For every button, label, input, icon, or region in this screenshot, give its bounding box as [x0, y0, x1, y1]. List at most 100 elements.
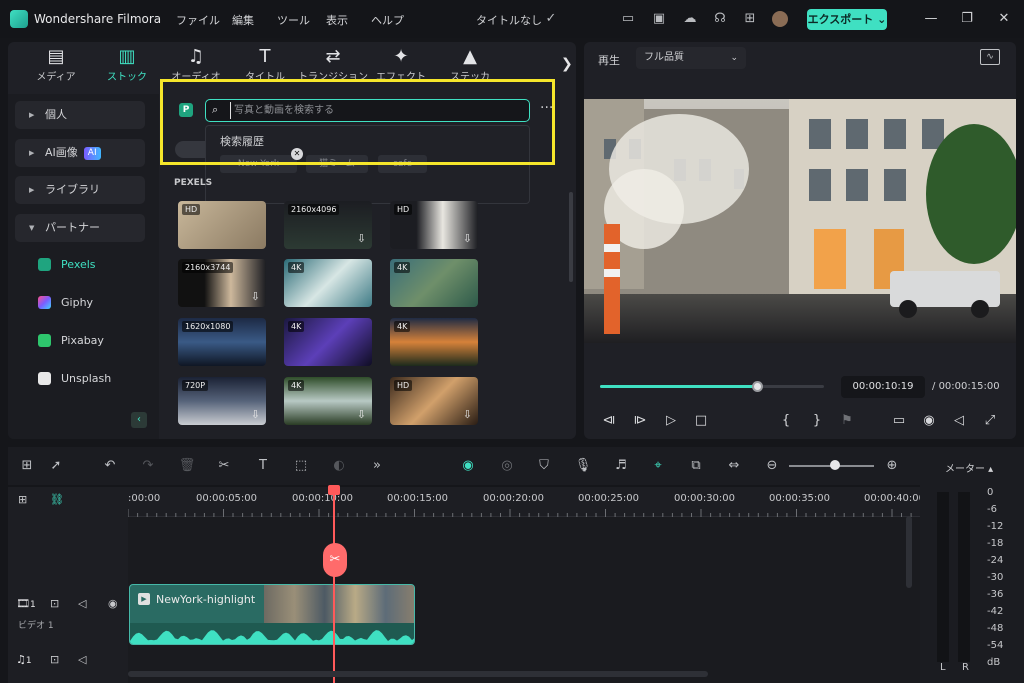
- restore-icon[interactable]: ❐: [959, 11, 975, 27]
- seek-handle[interactable]: [751, 381, 763, 392]
- partner-pixabay[interactable]: Pixabay: [38, 329, 138, 353]
- playhead[interactable]: [333, 487, 335, 683]
- stock-thumbnail[interactable]: HD ⇩: [390, 201, 478, 249]
- split-scissors-icon[interactable]: ✂: [323, 543, 347, 577]
- sidebar-item-library[interactable]: ▶ ライブラリ: [15, 176, 145, 204]
- next-frame-icon[interactable]: ⧐: [631, 412, 649, 430]
- undo-icon[interactable]: ↶: [101, 457, 119, 475]
- shield-mark-icon[interactable]: ⛉: [535, 457, 553, 475]
- save-icon[interactable]: ▣: [651, 11, 667, 27]
- quality-select[interactable]: フル品質 ⌄: [636, 47, 746, 69]
- stock-thumbnail[interactable]: HD: [178, 201, 266, 249]
- download-icon[interactable]: ⇩: [463, 232, 472, 245]
- lock-icon[interactable]: ⊡: [50, 653, 59, 666]
- section-label: PEXELS: [174, 178, 213, 188]
- monitor-icon[interactable]: ▭: [620, 11, 636, 27]
- cloud-icon[interactable]: ☁: [682, 11, 698, 27]
- timeline-horizontal-scrollbar[interactable]: [128, 671, 708, 677]
- stock-thumbnail[interactable]: 4K: [390, 259, 478, 307]
- volume-icon[interactable]: ◁: [950, 412, 968, 430]
- stock-thumbnail[interactable]: 2160x3744 ⇩: [178, 259, 266, 307]
- lock-icon[interactable]: ⊡: [50, 597, 59, 610]
- tab-media[interactable]: ▤ メディア: [21, 46, 91, 90]
- stock-thumbnail[interactable]: 4K: [390, 318, 478, 366]
- mute-speaker-icon[interactable]: ◁: [78, 597, 86, 610]
- partner-unsplash[interactable]: Unsplash: [38, 367, 138, 391]
- chevron-right-icon[interactable]: ❯: [561, 56, 573, 72]
- minimize-icon[interactable]: —: [923, 11, 939, 27]
- select-arrow-icon[interactable]: ➚: [47, 457, 65, 475]
- grid-apps-icon[interactable]: ⊞: [742, 11, 758, 27]
- zoom-slider-handle[interactable]: [830, 460, 840, 470]
- fit-timeline-icon[interactable]: ⇔: [725, 457, 743, 475]
- stop-icon[interactable]: □: [692, 412, 710, 430]
- current-time[interactable]: 00:00:10:19: [841, 376, 925, 398]
- layout-grid-icon[interactable]: ⊞: [18, 457, 36, 475]
- mark-in-icon[interactable]: {: [777, 412, 795, 430]
- tab-stock[interactable]: ▥ ストック: [92, 46, 162, 90]
- download-icon[interactable]: ⇩: [463, 408, 472, 421]
- mark-out-icon[interactable]: }: [808, 412, 826, 430]
- timeline-vertical-scrollbar[interactable]: [906, 516, 912, 588]
- download-icon[interactable]: ⇩: [251, 290, 260, 303]
- stock-thumbnail[interactable]: 2160x4096 ⇩: [284, 201, 372, 249]
- redo-icon[interactable]: ↷: [139, 457, 157, 475]
- eye-visibility-icon[interactable]: ◉: [108, 597, 118, 610]
- stock-thumbnail[interactable]: HD ⇩: [390, 377, 478, 425]
- zoom-out-icon[interactable]: ⊖: [763, 457, 781, 475]
- stock-thumbnail[interactable]: 1620x1080: [178, 318, 266, 366]
- download-icon[interactable]: ⇩: [357, 232, 366, 245]
- resolution-badge: 1620x1080: [182, 321, 234, 332]
- prev-frame-icon[interactable]: ⧏: [600, 412, 618, 430]
- marker-icon[interactable]: ⚑: [838, 412, 856, 430]
- playback-seekbar[interactable]: [600, 381, 824, 392]
- close-icon[interactable]: ✕: [996, 11, 1012, 27]
- ai-copilot-icon[interactable]: ◉: [459, 457, 477, 475]
- add-track-icon[interactable]: ⊞: [18, 493, 27, 506]
- stock-thumbnail[interactable]: 4K ⇩: [284, 377, 372, 425]
- meter-scale-label: dB: [987, 657, 1001, 668]
- menu-view[interactable]: 表示: [326, 12, 348, 28]
- meter-title[interactable]: メーター ▴: [945, 460, 993, 475]
- menu-tools[interactable]: ツール: [277, 12, 310, 28]
- video-clip[interactable]: ▶ NewYork-highlight: [129, 584, 415, 645]
- menu-file[interactable]: ファイル: [176, 12, 220, 28]
- text-icon[interactable]: T: [254, 457, 272, 475]
- crop-icon[interactable]: ⬚: [292, 457, 310, 475]
- export-button[interactable]: エクスポート ⌄: [807, 9, 887, 30]
- display-icon[interactable]: ▭: [890, 412, 908, 430]
- sidebar-item-partner[interactable]: ▼ パートナー: [15, 214, 145, 242]
- partner-pexels[interactable]: Pexels: [38, 253, 138, 277]
- stock-thumbnail[interactable]: 4K: [284, 259, 372, 307]
- microphone-icon[interactable]: 🎙: [574, 457, 592, 475]
- link-icon[interactable]: ⛓: [50, 493, 64, 506]
- menu-edit[interactable]: 編集: [232, 12, 254, 28]
- content-scrollbar[interactable]: [569, 192, 573, 282]
- support-headset-icon[interactable]: ☊: [712, 11, 728, 27]
- fullscreen-icon[interactable]: ⤢: [981, 412, 999, 430]
- more-tools-icon[interactable]: »: [368, 457, 386, 475]
- split-scissors-icon[interactable]: ✂: [215, 457, 233, 475]
- music-list-icon[interactable]: ♬: [612, 457, 630, 475]
- partner-giphy[interactable]: Giphy: [38, 291, 138, 315]
- delete-icon[interactable]: 🗑: [178, 457, 196, 475]
- pip-icon[interactable]: ⧉: [687, 457, 705, 475]
- menu-help[interactable]: ヘルプ: [371, 12, 404, 28]
- scope-icon[interactable]: ∿: [980, 49, 1000, 65]
- stock-thumbnail[interactable]: 720P ⇩: [178, 377, 266, 425]
- time-ruler[interactable]: :00:00 00:00:05:00 00:00:10:00 00:00:15:00 0…: [128, 487, 925, 517]
- snap-icon[interactable]: ⌖: [649, 457, 667, 475]
- color-palette-icon[interactable]: ◐: [330, 457, 348, 475]
- snapshot-camera-icon[interactable]: ◉: [920, 412, 938, 430]
- stock-thumbnail[interactable]: 4K: [284, 318, 372, 366]
- mute-speaker-icon[interactable]: ◁: [78, 653, 86, 666]
- collapse-sidebar-button[interactable]: ‹: [131, 412, 147, 428]
- sidebar-item-personal[interactable]: ▶ 個人: [15, 101, 145, 129]
- download-icon[interactable]: ⇩: [357, 408, 366, 421]
- zoom-in-icon[interactable]: ⊕: [883, 457, 901, 475]
- render-preview-icon[interactable]: ◎: [498, 457, 516, 475]
- play-icon[interactable]: ▷: [662, 412, 680, 430]
- sidebar-item-ai-image[interactable]: ▶ AI画像 AI: [15, 139, 145, 167]
- download-icon[interactable]: ⇩: [251, 408, 260, 421]
- avatar[interactable]: [772, 11, 788, 27]
